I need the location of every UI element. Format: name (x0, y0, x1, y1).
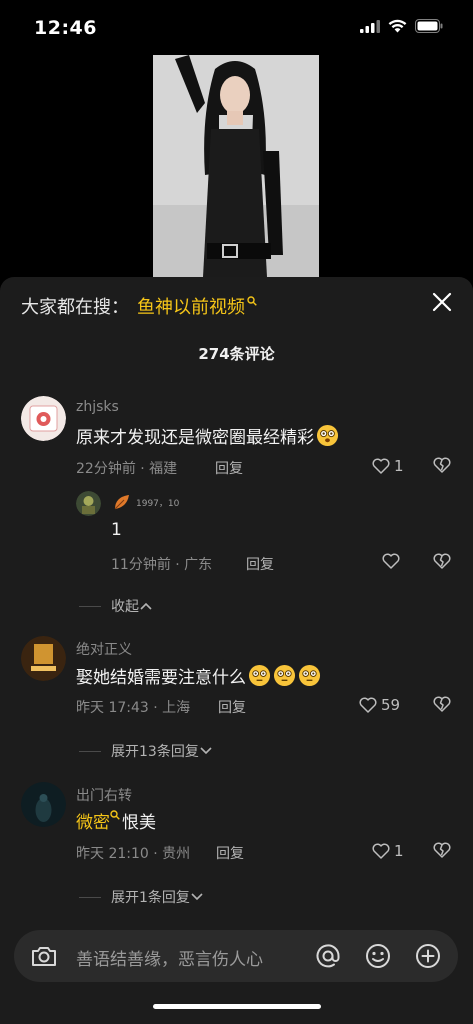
close-icon[interactable] (431, 291, 453, 313)
search-suggestion-prefix: 大家都在搜： (21, 297, 129, 318)
reply-text: 1 (111, 520, 122, 540)
reply-user-tag: 1997，10 (136, 499, 180, 509)
reply-button[interactable]: 回复 (218, 697, 246, 717)
heart-icon (372, 843, 390, 859)
flushed-face-emoji-icon (298, 664, 321, 687)
comment-search-link[interactable]: 微密 (76, 808, 110, 833)
leaf-badge-icon (114, 495, 129, 510)
video-preview[interactable] (153, 55, 319, 277)
search-icon (110, 809, 120, 820)
comment-count-title: 274条评论 (198, 345, 275, 363)
flushed-face-emoji-icon (273, 664, 296, 687)
cellular-signal-icon (360, 19, 380, 33)
like-button[interactable]: 1 (372, 842, 404, 860)
like-count: 59 (381, 696, 401, 714)
emoji-icon[interactable] (364, 942, 392, 970)
like-button[interactable]: 59 (359, 696, 400, 714)
search-suggestion-term[interactable]: 鱼神以前视频 (137, 293, 245, 319)
collapse-replies-button[interactable]: 收起 (79, 596, 153, 616)
reply-button[interactable]: 回复 (215, 458, 243, 478)
comment-input-bar[interactable]: 善语结善缘，恶言伤人心 (14, 930, 458, 982)
divider (79, 750, 101, 752)
broken-heart-icon[interactable] (433, 553, 451, 569)
divider (79, 896, 101, 898)
status-time: 12:46 (34, 17, 97, 39)
like-button[interactable]: 1 (372, 457, 404, 475)
search-suggestion-banner[interactable]: 大家都在搜： 鱼神以前视频 (21, 293, 257, 319)
broken-heart-icon[interactable] (433, 457, 451, 473)
reply-button[interactable]: 回复 (216, 843, 244, 863)
reply-avatar[interactable] (76, 491, 101, 516)
reply-button[interactable]: 回复 (246, 554, 274, 574)
comment-text: 微密 恨美 (76, 808, 156, 833)
chevron-up-icon (140, 602, 152, 610)
comment-time-location: 22分钟前 · 福建 (76, 461, 178, 477)
avatar[interactable] (21, 782, 66, 827)
reply-time-location: 11分钟前 · 广东 (111, 557, 213, 573)
video-person-figure (153, 55, 319, 277)
heart-icon (359, 697, 377, 713)
add-icon[interactable] (414, 942, 442, 970)
battery-icon (415, 19, 443, 33)
expand-label: 展开1条回复 (111, 890, 190, 906)
dizzy-face-emoji-icon (316, 424, 339, 447)
comment-time-location: 昨天 17:43 · 上海 (76, 700, 191, 716)
expand-replies-button[interactable]: 展开13条回复 (79, 741, 213, 761)
camera-icon[interactable] (30, 942, 58, 970)
comment-text: 原来才发现还是微密圈最经精彩 (76, 423, 339, 448)
broken-heart-icon[interactable] (433, 696, 451, 712)
wifi-icon (388, 19, 407, 33)
heart-icon[interactable] (382, 553, 400, 569)
search-icon (247, 296, 257, 306)
comment-text: 娶她结婚需要注意什么 (76, 663, 321, 688)
chevron-down-icon (200, 747, 212, 755)
comment-input-field[interactable]: 善语结善缘，恶言伤人心 (76, 945, 263, 970)
divider (79, 605, 101, 607)
heart-icon (372, 458, 390, 474)
comment-username[interactable]: 绝对正义 (76, 639, 132, 659)
comments-sheet: 大家都在搜： 鱼神以前视频 274条评论 zhjsks 原来才发现还是微密圈最经… (0, 277, 473, 1024)
collapse-label: 收起 (111, 599, 139, 615)
status-bar: 12:46 (0, 0, 473, 56)
like-count: 1 (394, 842, 404, 860)
home-indicator[interactable] (153, 1004, 321, 1009)
chevron-down-icon (191, 893, 203, 901)
avatar[interactable] (21, 636, 66, 681)
comment-text-body: 原来才发现还是微密圈最经精彩 (76, 428, 314, 448)
like-count: 1 (394, 457, 404, 475)
at-mention-icon[interactable] (314, 942, 342, 970)
comment-time-location: 昨天 21:10 · 贵州 (76, 846, 191, 862)
broken-heart-icon[interactable] (433, 842, 451, 858)
expand-label: 展开13条回复 (111, 744, 199, 760)
status-icons (360, 19, 443, 33)
avatar[interactable] (21, 396, 66, 441)
comment-text-body: 娶她结婚需要注意什么 (76, 668, 246, 688)
comment-username[interactable]: zhjsks (76, 399, 119, 415)
expand-replies-button[interactable]: 展开1条回复 (79, 887, 204, 907)
flushed-face-emoji-icon (248, 664, 271, 687)
comment-text-body: 恨美 (122, 813, 156, 833)
comment-username[interactable]: 出门右转 (76, 785, 132, 805)
